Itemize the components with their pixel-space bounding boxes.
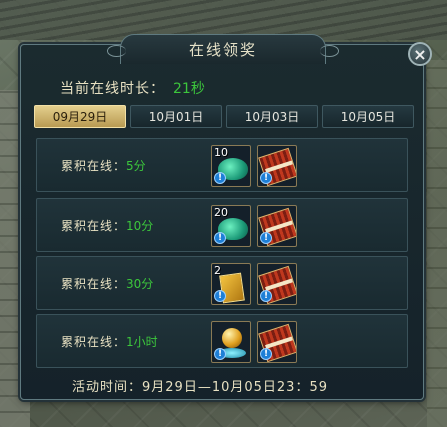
golden-orb-icon xyxy=(222,328,242,348)
info-icon[interactable]: ! xyxy=(214,348,226,360)
reward-condition: 累积在线： 5分 xyxy=(61,157,146,174)
reward-item-slot[interactable]: ! xyxy=(257,263,297,305)
reward-condition-label: 累积在线： xyxy=(61,277,127,291)
reward-duration: 30分 xyxy=(126,277,154,291)
reward-item-slot[interactable]: 20 ! xyxy=(211,205,251,247)
reward-row: 累积在线： 5分 10 ! ! xyxy=(36,138,408,192)
current-online-time: 当前在线时长： 21秒 xyxy=(60,78,205,98)
reward-duration: 1小时 xyxy=(126,335,158,349)
info-icon[interactable]: ! xyxy=(214,232,226,244)
reward-item-slot[interactable]: ! xyxy=(257,321,297,363)
date-tab-0929[interactable]: 09月29日 xyxy=(34,105,126,128)
reward-condition-label: 累积在线： xyxy=(61,219,127,233)
reward-condition: 累积在线： 30分 xyxy=(61,275,153,292)
close-button[interactable]: × xyxy=(408,42,432,66)
reward-item-slot[interactable]: 2 ! xyxy=(211,263,251,305)
reward-row: 累积在线： 1小时 ! ! xyxy=(36,314,408,368)
info-icon[interactable]: ! xyxy=(260,348,272,360)
reward-condition: 累积在线： 10分 xyxy=(61,217,153,234)
date-tab-1003[interactable]: 10月03日 xyxy=(226,105,318,128)
close-icon: × xyxy=(413,44,427,64)
panel-title-bar: 在线领奖 xyxy=(107,34,339,64)
date-tab-1005[interactable]: 10月05日 xyxy=(322,105,414,128)
reward-item-slot[interactable]: ! xyxy=(211,321,251,363)
info-icon[interactable]: ! xyxy=(260,172,272,184)
reward-item-slot[interactable]: ! xyxy=(257,205,297,247)
reward-duration: 5分 xyxy=(126,159,146,173)
reward-condition-label: 累积在线： xyxy=(61,159,127,173)
reward-item-slot[interactable]: 10 ! xyxy=(211,145,251,187)
reward-item-slot[interactable]: ! xyxy=(257,145,297,187)
date-tabs: 09月29日 10月01日 10月03日 10月05日 xyxy=(34,105,414,129)
info-icon[interactable]: ! xyxy=(260,232,272,244)
reward-condition: 累积在线： 1小时 xyxy=(61,333,158,350)
info-icon[interactable]: ! xyxy=(260,290,272,302)
item-count: 10 xyxy=(214,146,228,159)
online-time-label: 当前在线时长： xyxy=(60,81,165,97)
event-time: 活动时间：9月29日—10月05日23：59 xyxy=(72,380,328,395)
reward-duration: 10分 xyxy=(126,219,154,233)
reward-row: 累积在线： 30分 2 ! ! xyxy=(36,256,408,310)
background-stone-wall-right xyxy=(427,60,447,427)
panel-title: 在线领奖 xyxy=(188,41,257,59)
online-time-value: 21秒 xyxy=(173,81,205,97)
reward-row: 累积在线： 10分 20 ! ! xyxy=(36,198,408,252)
info-icon[interactable]: ! xyxy=(214,290,226,302)
date-tab-1001[interactable]: 10月01日 xyxy=(130,105,222,128)
reward-condition-label: 累积在线： xyxy=(61,335,127,349)
item-count: 20 xyxy=(214,206,228,219)
item-count: 2 xyxy=(214,264,221,277)
info-icon[interactable]: ! xyxy=(214,172,226,184)
